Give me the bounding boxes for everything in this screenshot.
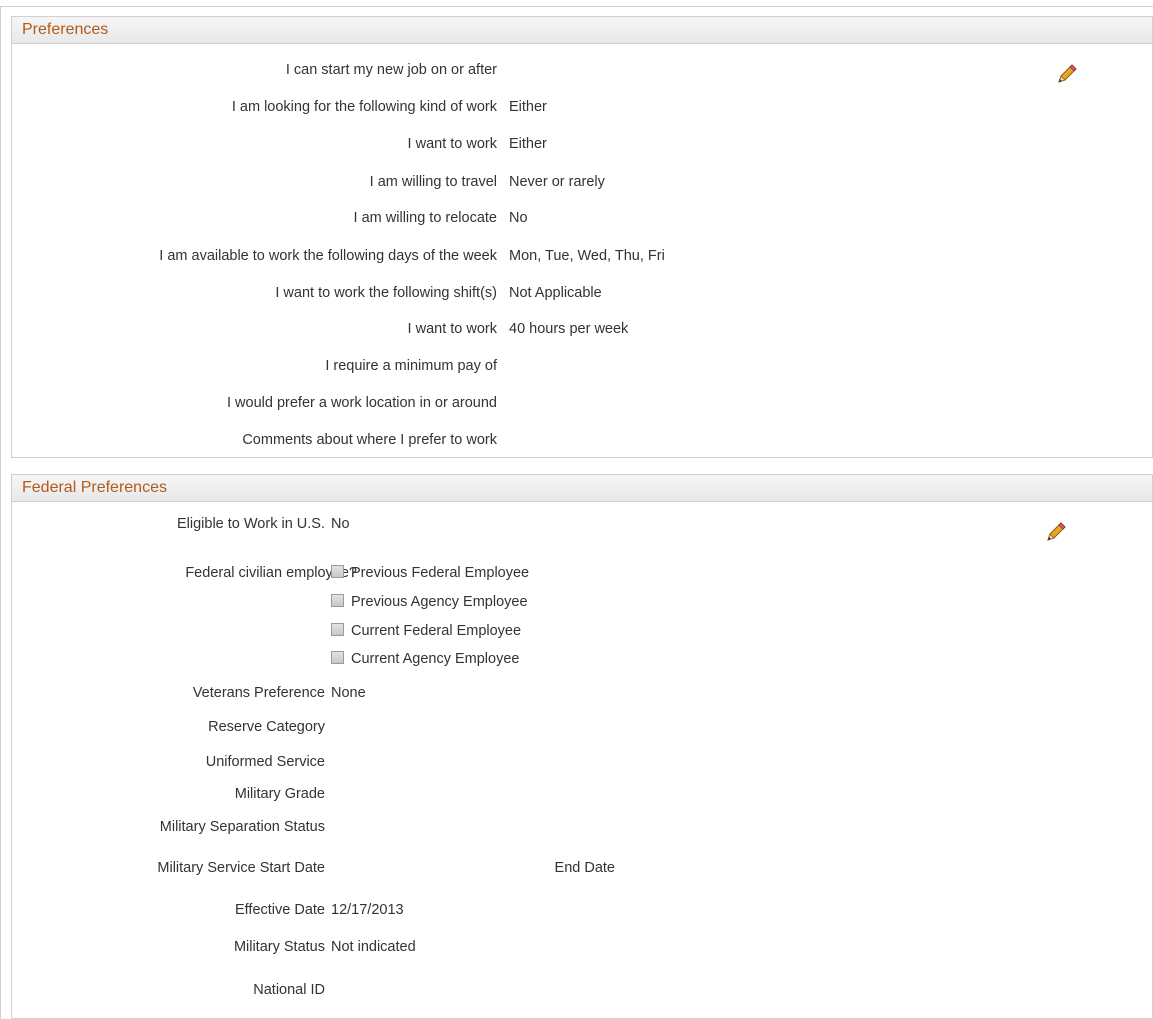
preference-value: 40 hours per week xyxy=(509,321,629,337)
preference-row: I want to work 40 hours per week xyxy=(12,319,1152,339)
preference-row: I would prefer a work location in or aro… xyxy=(12,393,1152,413)
reserve-label: Reserve Category xyxy=(208,719,325,735)
left-border xyxy=(0,6,1,1019)
checkbox-previous-agency[interactable]: Previous Agency Employee xyxy=(331,591,528,613)
federal-preferences-panel: Federal Preferences Eligible to Work in … xyxy=(11,474,1153,1019)
preference-row: I can start my new job on or after xyxy=(12,60,1152,80)
checkbox-previous-federal[interactable]: Previous Federal Employee xyxy=(331,562,529,584)
preference-label: I want to work xyxy=(407,136,497,152)
preference-row: I am available to work the following day… xyxy=(12,246,1152,266)
eligible-value: No xyxy=(331,516,350,532)
preference-value: Never or rarely xyxy=(509,174,605,190)
preferences-panel: Preferences I can start my new job on or… xyxy=(11,16,1153,458)
separation-label: Military Separation Status xyxy=(159,819,325,835)
top-border xyxy=(0,6,1153,7)
checkbox-box[interactable] xyxy=(331,651,344,664)
preference-label: I want to work the following shift(s) xyxy=(275,285,497,301)
preference-value: Either xyxy=(509,136,547,152)
veterans-label: Veterans Preference xyxy=(192,685,325,701)
preference-label: I require a minimum pay of xyxy=(325,358,497,374)
checkbox-box[interactable] xyxy=(331,594,344,607)
preference-label: Comments about where I prefer to work xyxy=(242,432,497,448)
preference-row: I want to work Either xyxy=(12,134,1152,154)
preferences-header: Preferences xyxy=(12,17,1152,44)
preference-label: I would prefer a work location in or aro… xyxy=(226,395,497,411)
military-status-value: Not indicated xyxy=(331,939,416,955)
preference-label: I am willing to relocate xyxy=(353,210,497,226)
checkbox-label: Previous Federal Employee xyxy=(351,565,530,581)
preference-row: I am looking for the following kind of w… xyxy=(12,97,1152,117)
preference-row: I want to work the following shift(s) Not… xyxy=(12,283,1152,303)
preference-label: I am willing to travel xyxy=(369,174,497,190)
checkbox-current-agency[interactable]: Current Agency Employee xyxy=(331,648,519,670)
preference-row: Comments about where I prefer to work xyxy=(12,430,1152,450)
military-status-label: Military Status xyxy=(233,939,325,955)
preference-value: Not Applicable xyxy=(509,285,602,301)
preference-label: I want to work xyxy=(407,321,497,337)
federal-preferences-header: Federal Preferences xyxy=(12,475,1152,502)
grade-label: Military Grade xyxy=(234,786,325,802)
preference-row: I am willing to relocate No xyxy=(12,208,1152,228)
preference-label: I am looking for the following kind of w… xyxy=(231,99,497,115)
preference-label: I can start my new job on or after xyxy=(285,62,497,78)
eligible-label: Eligible to Work in U.S. xyxy=(176,516,325,532)
preference-row: I am willing to travel Never or rarely xyxy=(12,172,1152,192)
service-start-label: Military Service Start Date xyxy=(157,860,325,876)
preference-label: I am available to work the following day… xyxy=(159,248,497,264)
veterans-value: None xyxy=(331,685,366,701)
checkbox-box[interactable] xyxy=(331,565,344,578)
checkbox-box[interactable] xyxy=(331,623,344,636)
preference-value: Either xyxy=(509,99,547,115)
national-id-label: National ID xyxy=(253,982,325,998)
preference-value: Mon, Tue, Wed, Thu, Fri xyxy=(509,248,665,264)
checkbox-current-federal[interactable]: Current Federal Employee xyxy=(331,620,521,642)
effective-date-label: Effective Date xyxy=(234,902,325,918)
uniformed-label: Uniformed Service xyxy=(205,754,325,770)
preference-row: I require a minimum pay of xyxy=(12,356,1152,376)
checkbox-label: Previous Agency Employee xyxy=(351,594,528,610)
end-date-label: End Date xyxy=(554,860,615,876)
checkbox-label: Current Agency Employee xyxy=(351,651,520,667)
checkbox-label: Current Federal Employee xyxy=(351,623,522,639)
preference-value: No xyxy=(509,210,528,226)
effective-date-value: 12/17/2013 xyxy=(331,902,404,918)
